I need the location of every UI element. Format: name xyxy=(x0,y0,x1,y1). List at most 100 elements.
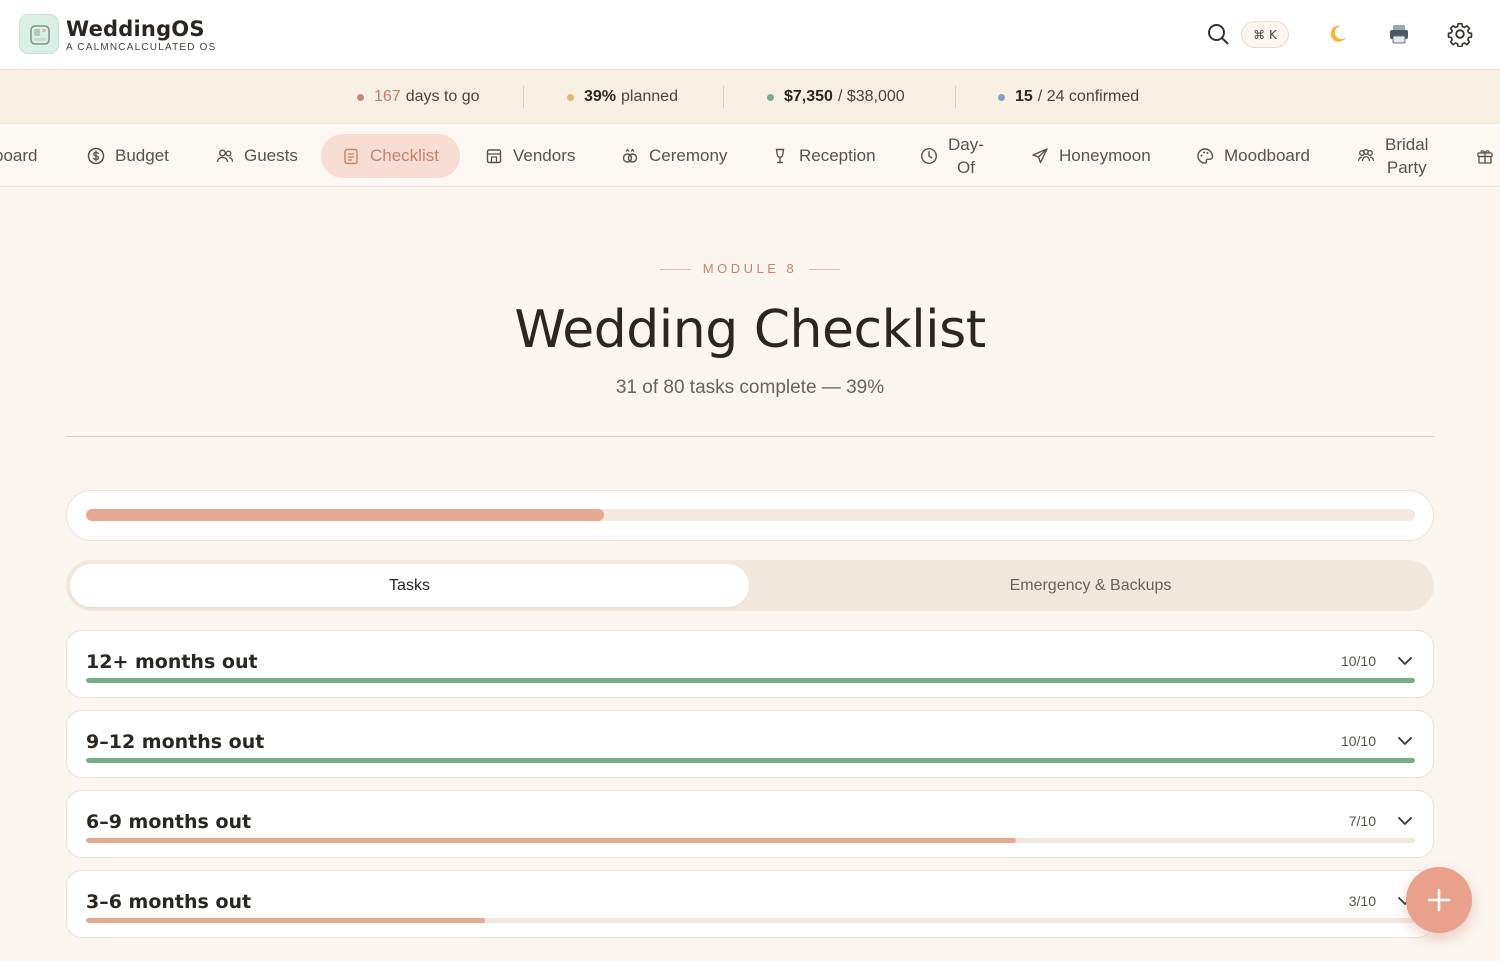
view-switcher: Tasks Emergency & Backups xyxy=(66,560,1434,611)
checklist-section[interactable]: 6–9 months out 7/10 xyxy=(66,790,1434,858)
tab-emergency-backups[interactable]: Emergency & Backups xyxy=(751,564,1430,607)
stat-planned: 39% planned xyxy=(567,88,678,106)
stat-rsvp-label: / 24 confirmed xyxy=(1037,88,1140,105)
tab-label: Guests xyxy=(244,146,298,165)
tab-label: Reception xyxy=(799,146,876,165)
tab-checklist[interactable]: Checklist xyxy=(321,134,460,178)
status-dot xyxy=(567,93,574,101)
moon-icon xyxy=(1330,25,1346,42)
overall-progress-card xyxy=(66,490,1434,541)
app-tagline: A CALMNCALCULATED OS xyxy=(66,42,217,53)
tab-label-line-2: Party xyxy=(1386,158,1427,177)
logo-icon xyxy=(30,25,50,45)
people-icon xyxy=(1357,149,1375,162)
stat-planned-label: planned xyxy=(621,88,678,105)
print-button[interactable] xyxy=(1385,20,1413,48)
stat-budget: $7,350 / $38,000 xyxy=(767,88,905,106)
brand: WeddingOS A CALMNCALCULATED OS xyxy=(66,17,217,54)
tab-registry[interactable] xyxy=(1476,134,1500,178)
store-icon xyxy=(486,149,502,164)
status-dot xyxy=(357,93,364,101)
page-subtitle: 31 of 80 tasks complete — 39% xyxy=(615,377,885,398)
divider xyxy=(723,86,724,108)
section-title: 9–12 months out xyxy=(86,731,265,753)
plus-icon xyxy=(1427,888,1451,912)
search-shortcut-badge[interactable]: ⌘ K xyxy=(1241,21,1289,48)
checklist-section[interactable]: 12+ months out 10/10 xyxy=(66,630,1434,698)
stat-rsvp: 15 / 24 confirmed xyxy=(998,88,1139,106)
section-title: 6–9 months out xyxy=(86,811,252,833)
tab-label: Moodboard xyxy=(1224,146,1311,165)
module-number: MODULE 8 xyxy=(702,261,798,276)
tab-vendors[interactable]: Vendors xyxy=(485,134,575,178)
section-count: 3/10 xyxy=(1348,893,1376,909)
tab-label: Ceremony xyxy=(649,146,728,165)
tab-label: Checklist xyxy=(370,146,439,165)
decor-line xyxy=(809,269,841,271)
section-title: 3–6 months out xyxy=(86,891,252,913)
section-progress-fill xyxy=(86,758,1415,763)
tab-ceremony[interactable]: Ceremony xyxy=(621,134,727,178)
tab-honeymoon[interactable]: Honeymoon xyxy=(1031,134,1151,178)
rings-icon xyxy=(622,148,638,163)
divider xyxy=(523,86,524,108)
tab-label: Bridal Party xyxy=(1385,133,1428,179)
users-icon xyxy=(216,149,234,163)
section-progress-track xyxy=(86,918,1415,923)
stat-budget-value: $7,350 xyxy=(784,88,833,105)
stat-rsvp-value: 15 xyxy=(1015,88,1033,105)
section-progress-track xyxy=(86,838,1415,843)
checklist-section[interactable]: 3–6 months out 3/10 xyxy=(66,870,1434,938)
tab-dashboard[interactable]: board xyxy=(0,134,37,178)
section-progress-fill xyxy=(86,918,485,923)
status-dot xyxy=(767,93,774,101)
clipboard-icon xyxy=(344,148,358,165)
divider xyxy=(955,86,956,108)
top-bar: WeddingOS A CALMNCALCULATED OS ⌘ K xyxy=(0,0,1500,70)
hero-divider xyxy=(66,436,1434,437)
section-count: 10/10 xyxy=(1340,733,1376,749)
decor-line xyxy=(659,269,691,271)
tab-reception[interactable]: Reception xyxy=(771,134,876,178)
stat-days-to-go: 167 days to go xyxy=(357,88,480,106)
chevron-down-icon[interactable] xyxy=(1395,811,1415,831)
tab-moodboard[interactable]: Moodboard xyxy=(1196,134,1310,178)
add-task-button[interactable] xyxy=(1406,867,1472,933)
stat-planned-value: 39% xyxy=(584,88,617,105)
theme-toggle-button[interactable] xyxy=(1324,20,1352,48)
stat-days-value: 167 xyxy=(374,88,401,105)
tab-label: Budget xyxy=(115,146,169,165)
gift-icon xyxy=(1477,150,1493,164)
app-logo[interactable] xyxy=(19,14,59,54)
gear-icon xyxy=(1447,22,1473,47)
tab-label: Day- Of xyxy=(948,133,984,179)
section-progress-track xyxy=(86,678,1415,683)
app-name: WeddingOS xyxy=(66,17,205,41)
stat-budget-label: / $38,000 xyxy=(837,88,905,105)
page-title: Wedding Checklist xyxy=(514,300,986,360)
glass-icon xyxy=(775,148,785,164)
section-progress-track xyxy=(86,758,1415,763)
section-progress-fill xyxy=(86,678,1415,683)
overall-progress-fill xyxy=(86,509,605,521)
search-button[interactable] xyxy=(1204,20,1232,48)
tab-day-of[interactable]: Day- Of xyxy=(920,134,984,178)
clock-icon xyxy=(920,147,938,165)
section-count: 7/10 xyxy=(1348,813,1376,829)
tab-guests[interactable]: Guests xyxy=(216,134,298,178)
tab-budget[interactable]: Budget xyxy=(87,134,169,178)
chevron-down-icon[interactable] xyxy=(1395,651,1415,671)
overall-progress-track xyxy=(86,509,1415,521)
module-label: MODULE 8 xyxy=(0,261,1500,276)
section-count: 10/10 xyxy=(1340,653,1376,669)
stat-days-label: days to go xyxy=(405,88,480,105)
settings-button[interactable] xyxy=(1446,20,1474,48)
dollar-icon xyxy=(87,147,105,165)
checklist-section[interactable]: 9–12 months out 10/10 xyxy=(66,710,1434,778)
tab-label-line-1: Day- xyxy=(948,135,984,154)
module-nav: board Budget Guests Checklist xyxy=(0,124,1500,187)
tab-tasks[interactable]: Tasks xyxy=(70,564,749,607)
chevron-down-icon[interactable] xyxy=(1395,731,1415,751)
tab-bridal-party[interactable]: Bridal Party xyxy=(1357,134,1428,178)
section-progress-fill xyxy=(86,838,1017,843)
